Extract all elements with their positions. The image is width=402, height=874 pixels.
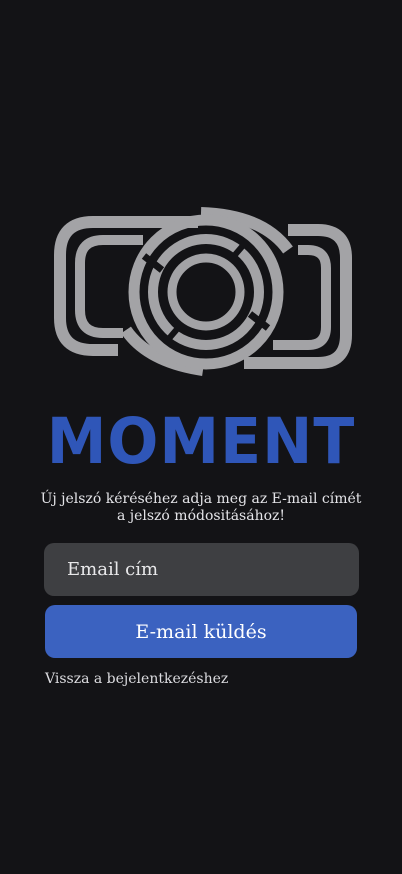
- camera-lens-logo-icon: [54, 207, 352, 376]
- send-email-button[interactable]: E-mail küldés: [45, 605, 357, 658]
- back-to-login-link[interactable]: Vissza a bejelentkezéshez: [45, 670, 228, 688]
- reset-instructions-line-1: Új jelszó kéréséhez adja meg az E-mail c…: [40, 491, 362, 507]
- email-field[interactable]: [44, 543, 359, 596]
- reset-instructions-line-2: a jelszó módositásához!: [116, 508, 286, 524]
- reset-instructions: Új jelszó kéréséhez adja meg az E-mail c…: [30, 491, 372, 525]
- brand-title: MOMENT: [46, 405, 356, 479]
